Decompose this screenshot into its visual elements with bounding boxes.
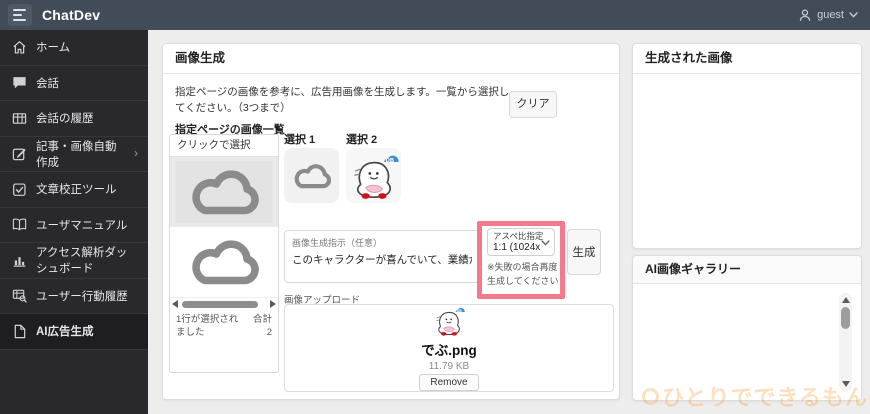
scroll-left-icon[interactable] (172, 300, 178, 308)
chevron-right-icon: › (134, 147, 138, 160)
aspect-label: アスペ比指定 (493, 231, 544, 241)
user-menu[interactable]: guest (798, 8, 858, 23)
app-title: ChatDev (42, 7, 101, 23)
prompt-input[interactable]: 画像生成指示（任意） このキャラクターが喜んでいて、業績が上がる (284, 230, 480, 283)
upload-dropzone[interactable]: でぶ.png 11.79 KB Remove (284, 304, 614, 392)
gallery-scroll-area[interactable] (633, 284, 861, 400)
sidebar-item-auto-create[interactable]: 記事・画像自動作成 › (0, 137, 148, 172)
scrollbar-thumb[interactable] (182, 300, 258, 308)
sidebar-item-label: 会話 (36, 77, 59, 90)
chevron-down-icon (541, 240, 550, 246)
ai-image-gallery-panel: AI画像ギャラリー (632, 255, 862, 401)
uploaded-file-thumbnail (432, 305, 466, 337)
retry-note: ※失敗の場合再度生成してください (487, 262, 559, 286)
aspect-ratio-select[interactable]: アスペ比指定 1:1 (1024x10 (487, 228, 555, 256)
bar-chart-icon (13, 256, 26, 267)
uploaded-filesize: 11.79 KB (428, 361, 470, 372)
sidebar-item-label: 会話の履歴 (36, 113, 94, 126)
scrollbar-thumb[interactable] (841, 307, 850, 329)
generated-images-panel: 生成された画像 (632, 43, 862, 249)
scroll-right-icon[interactable] (270, 300, 276, 308)
user-name: guest (817, 9, 844, 21)
menu-toggle-icon[interactable] (8, 4, 32, 26)
aspect-value: 1:1 (1024x10 (493, 241, 540, 253)
sidebar-item-proofread[interactable]: 文章校正ツール (0, 172, 148, 208)
top-bar: ChatDev guest (0, 0, 870, 30)
sidebar-item-behavior-history[interactable]: ユーザー行動履歴 (0, 279, 148, 314)
prompt-value: このキャラクターが喜んでいて、業績が上がる (292, 254, 472, 266)
sidebar-item-label: ユーザー行動履歴 (36, 290, 128, 303)
selection-2-thumbnail[interactable] (346, 148, 401, 203)
image-list-row-selected[interactable] (170, 157, 278, 227)
horizontal-scrollbar[interactable] (170, 297, 278, 310)
sidebar-item-chat[interactable]: 会話 (0, 66, 148, 101)
sidebar-item-label: ユーザマニュアル (36, 219, 128, 232)
scroll-up-icon[interactable] (841, 297, 850, 303)
total-value: 2 (266, 326, 272, 338)
checkbox-icon (13, 183, 26, 196)
image-list-row[interactable] (170, 227, 278, 297)
generated-images-title: 生成された画像 (633, 44, 861, 74)
selection-2-label: 選択 2 (346, 134, 378, 146)
remove-file-button[interactable]: Remove (419, 374, 479, 391)
table-search-icon (12, 290, 27, 303)
home-icon (13, 40, 26, 54)
scroll-down-icon[interactable] (841, 381, 850, 387)
sidebar-item-label: アクセス解析ダッシュボード (36, 247, 128, 276)
total-label: 合計 (252, 314, 272, 325)
vertical-scrollbar[interactable] (839, 293, 852, 391)
cloud-image (176, 161, 272, 223)
prompt-label: 画像生成指示（任意） (292, 238, 383, 248)
compose-icon (12, 148, 26, 161)
book-icon (12, 218, 27, 231)
selection-1-label: 選択 1 (284, 134, 316, 146)
gallery-title: AI画像ギャラリー (633, 256, 861, 284)
table-icon (12, 112, 27, 124)
sidebar-item-label: 記事・画像自動作成 (36, 140, 117, 169)
clear-button[interactable]: クリア (509, 91, 557, 118)
page-image-list: クリックで選択 1行が選択されました 合計 2 (169, 134, 279, 373)
rows-selected-text: 1行が選択されました (176, 314, 239, 338)
sidebar: ホーム 会話 会話の履歴 記事・画像自動作成 › 文章校正ツール ユーザマニュア… (0, 30, 148, 414)
sidebar-item-label: 文章校正ツール (36, 184, 117, 197)
sidebar-item-manual[interactable]: ユーザマニュアル (0, 208, 148, 243)
app-window: DB ChatDev guest ホーム (0, 0, 870, 414)
sidebar-item-label: AI広告生成 (36, 326, 94, 339)
image-list-header: クリックで選択 (170, 135, 278, 157)
chat-icon (13, 77, 26, 89)
sidebar-item-home[interactable]: ホーム (0, 30, 148, 66)
sidebar-item-chat-history[interactable]: 会話の履歴 (0, 101, 148, 137)
panel-description: 指定ページの画像を参考に、広告用画像を生成します。一覧から選択してください。（3… (175, 86, 510, 115)
chevron-down-icon (849, 12, 858, 18)
image-list-footer: 1行が選択されました 合計 2 (170, 310, 278, 340)
uploaded-filename: でぶ.png (421, 343, 477, 358)
user-icon (799, 9, 811, 21)
panel-title: 画像生成 (163, 44, 619, 74)
document-icon (14, 324, 26, 338)
generate-button[interactable]: 生成 (567, 229, 601, 275)
sidebar-item-ai-ad-generation[interactable]: AI広告生成 (0, 314, 148, 350)
cloud-image (176, 231, 272, 293)
selection-1-thumbnail[interactable] (284, 148, 339, 203)
sidebar-item-label: ホーム (36, 42, 71, 55)
image-generation-panel: 画像生成 指定ページの画像を参考に、広告用画像を生成します。一覧から選択してくだ… (162, 43, 620, 400)
sidebar-item-analytics[interactable]: アクセス解析ダッシュボード (0, 243, 148, 279)
